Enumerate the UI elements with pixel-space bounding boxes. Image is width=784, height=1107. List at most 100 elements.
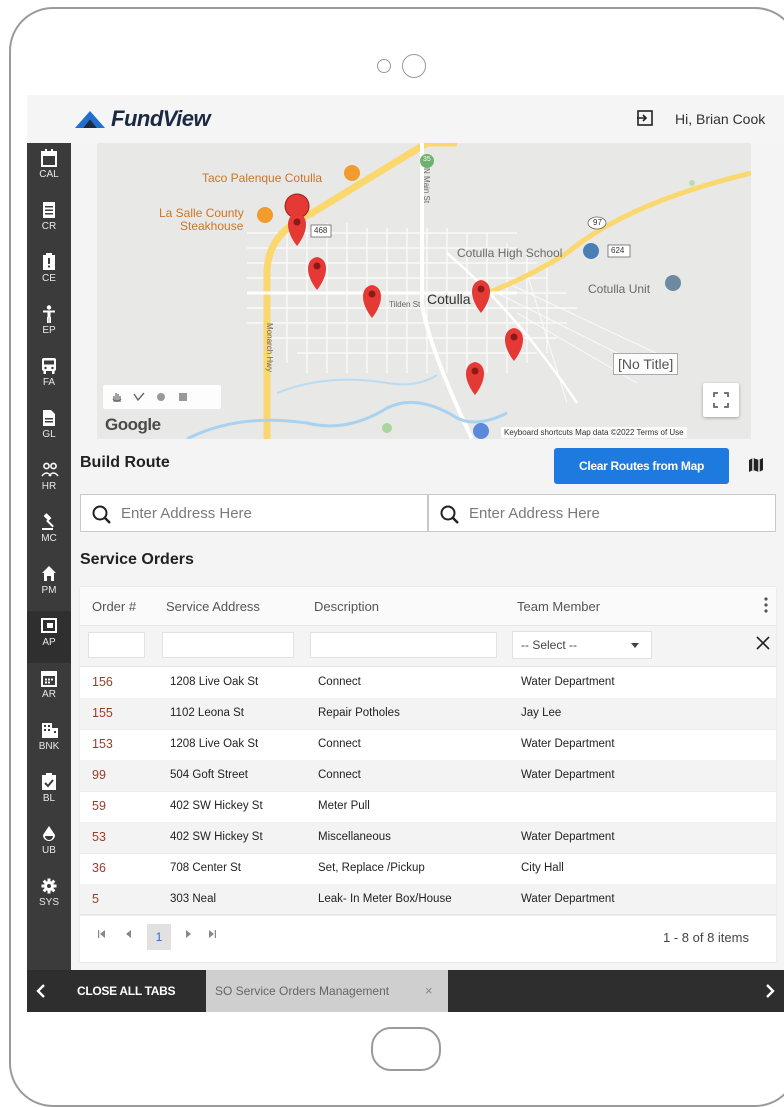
column-menu-icon[interactable] [764,597,768,618]
first-page-icon[interactable] [98,930,106,941]
nav-label: FA [42,377,56,388]
column-header-description[interactable]: Description [314,599,379,614]
nav-item-cal[interactable]: CAL [27,143,71,195]
nav-item-pm[interactable]: PM [27,559,71,611]
column-header-address[interactable]: Service Address [166,599,260,614]
service-orders-title: Service Orders [80,551,194,568]
rectangle-tool-icon[interactable] [177,391,189,403]
polyline-icon[interactable] [133,391,145,403]
nav-label: HR [41,481,57,492]
google-logo: Google [105,415,161,434]
table-row[interactable]: 59 402 SW Hickey St Meter Pull [80,791,776,823]
nav-item-ar[interactable]: AR [27,663,71,715]
user-greeting[interactable]: Hi, Brian Cook [675,111,765,127]
logo-mark-icon [75,111,105,128]
map-pin[interactable] [288,213,306,246]
nav-item-cr[interactable]: CR [27,195,71,247]
table-row[interactable]: 36 708 Center St Set, Replace /Pickup Ci… [80,853,776,885]
bank-icon [42,723,58,738]
description: Set, Replace /Pickup [318,862,425,874]
nav-item-bl[interactable]: BL [27,767,71,819]
map-info-label: [No Title] [613,353,679,375]
table-row[interactable]: 155 1102 Leona St Repair Potholes Jay Le… [80,698,776,730]
close-all-tabs-button[interactable]: CLOSE ALL TABS [77,984,176,998]
gear-icon [41,878,57,894]
people-icon [41,462,59,477]
close-tab-icon[interactable]: × [425,983,433,998]
start-address-input[interactable]: Enter Address Here [80,494,428,532]
map-label-lasalle: La Salle County [159,206,244,220]
map-pin[interactable] [308,257,326,290]
search-icon [440,505,459,524]
description: Meter Pull [318,800,370,812]
column-header-team[interactable]: Team Member [517,599,600,614]
service-address: 504 Goft Street [170,769,248,781]
nav-item-gl[interactable]: GL [27,403,71,455]
end-address-input[interactable]: Enter Address Here [428,494,776,532]
nav-label: SYS [38,897,59,908]
order-number-link[interactable]: 59 [92,799,106,813]
last-page-icon[interactable] [208,930,216,941]
filter-order[interactable] [88,632,145,658]
tabs-scroll-right[interactable] [754,970,784,1012]
select-value: -- Select -- [521,638,578,652]
current-page[interactable]: 1 [147,924,171,950]
order-number-link[interactable]: 5 [92,892,99,906]
hand-icon[interactable] [111,391,123,403]
address-placeholder: Enter Address Here [469,505,600,522]
map-pin[interactable] [363,285,381,318]
order-number-link[interactable]: 155 [92,706,113,720]
description: Connect [318,769,361,781]
nav-item-mc[interactable]: MC [27,507,71,559]
order-number-link[interactable]: 153 [92,737,113,751]
filter-team-select[interactable]: -- Select -- [512,631,652,659]
nav-item-hr[interactable]: HR [27,455,71,507]
logout-icon[interactable] [636,109,654,132]
route-map[interactable]: Taco Palenque Cotulla La Salle County St… [97,143,751,439]
clear-routes-button[interactable]: Clear Routes from Map [554,448,729,484]
table-row[interactable]: 5 303 Neal Leak- In Meter Box/House Wate… [80,884,776,916]
nav-item-fa[interactable]: FA [27,351,71,403]
column-header-order[interactable]: Order # [92,599,136,614]
calendar-grid-icon [41,671,57,687]
prev-page-icon[interactable] [126,930,132,941]
map-label-city: Cotulla [427,291,471,307]
order-number-link[interactable]: 99 [92,768,106,782]
map-pin[interactable] [505,328,523,361]
map-pin[interactable] [472,280,490,313]
table-row[interactable]: 153 1208 Live Oak St Connect Water Depar… [80,729,776,761]
brand-logo[interactable]: FundView [73,105,211,133]
map-icon[interactable] [748,457,764,478]
description: Leak- In Meter Box/House [318,893,452,905]
order-number-link[interactable]: 36 [92,861,106,875]
filter-address[interactable] [162,632,294,658]
nav-item-ep[interactable]: EP [27,299,71,351]
nav-item-sys[interactable]: SYS [27,871,71,923]
table-row[interactable]: 99 504 Goft Street Connect Water Departm… [80,760,776,792]
nav-item-bnk[interactable]: BNK [27,715,71,767]
table-row[interactable]: 156 1208 Live Oak St Connect Water Depar… [80,667,776,699]
camera-lens [402,54,426,78]
circle-tool-icon[interactable] [155,391,167,403]
tab-service-orders[interactable]: SO Service Orders Management × [206,970,448,1012]
nav-item-ap[interactable]: AP [27,611,71,663]
document-list-icon [43,202,55,218]
table-row[interactable]: 53 402 SW Hickey St Miscellaneous Water … [80,822,776,854]
calendar-icon [41,149,57,167]
nav-item-ub[interactable]: UB [27,819,71,871]
fullscreen-button[interactable] [703,383,739,417]
next-page-icon[interactable] [185,930,191,941]
order-number-link[interactable]: 53 [92,830,106,844]
nav-label: AR [42,689,56,700]
service-orders-grid: Order # Service Address Description Team… [80,587,776,962]
clear-filter-icon[interactable] [756,636,770,655]
map-attribution[interactable]: Keyboard shortcuts Map data ©2022 Terms … [501,427,687,438]
order-number-link[interactable]: 156 [92,675,113,689]
home-button[interactable] [371,1027,441,1071]
map-pin[interactable] [466,362,484,395]
filter-description[interactable] [310,632,497,658]
tabs-scroll-left[interactable] [27,970,57,1012]
nav-label: AP [42,637,56,648]
tab-bar: CLOSE ALL TABS SO Service Orders Managem… [27,970,784,1012]
nav-item-ce[interactable]: CE [27,247,71,299]
